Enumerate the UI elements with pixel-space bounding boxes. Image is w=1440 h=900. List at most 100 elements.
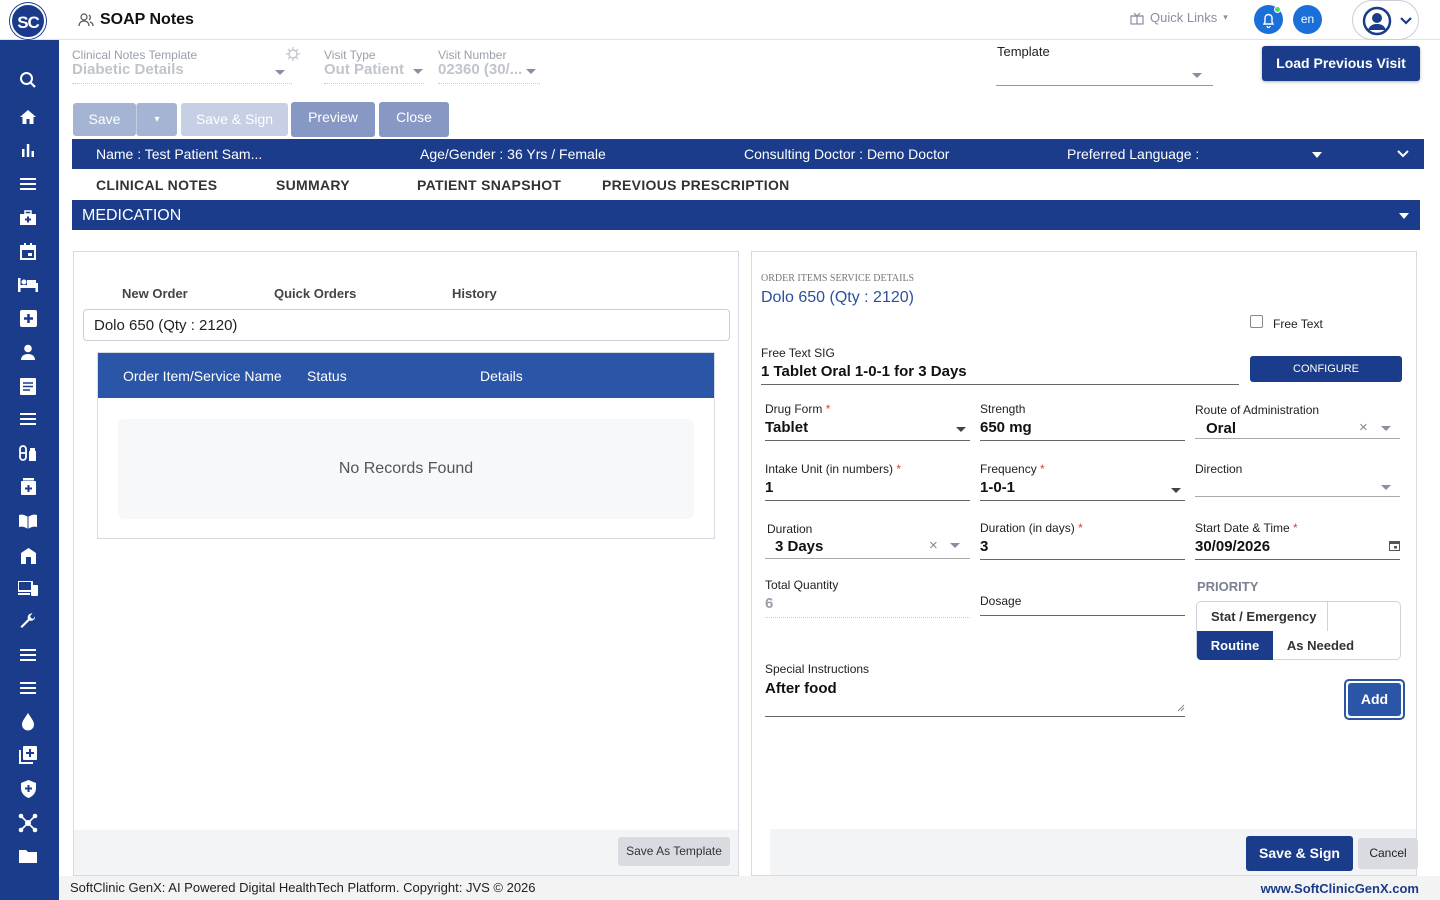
clinic-icon[interactable]: [18, 208, 38, 228]
intake-unit-label: Intake Unit (in numbers) *: [765, 462, 902, 476]
notifications-button[interactable]: [1254, 5, 1283, 34]
patient-age-gender: Age/Gender : 36 Yrs / Female: [420, 146, 606, 162]
close-button[interactable]: Close: [379, 102, 449, 137]
start-date-input[interactable]: 30/09/2026: [1195, 538, 1270, 555]
medicine-icon[interactable]: [18, 476, 38, 496]
search-icon[interactable]: [18, 70, 38, 90]
duration-days-input[interactable]: 3: [980, 538, 988, 555]
person-icon[interactable]: [18, 342, 38, 362]
panel-caption: ORDER ITEMS SERVICE DETAILS: [761, 273, 915, 284]
frequency-select[interactable]: 1-0-1: [980, 479, 1015, 496]
priority-stat-emergency[interactable]: Stat / Emergency: [1197, 602, 1328, 631]
tab-clinical-notes[interactable]: CLINICAL NOTES: [96, 177, 217, 193]
expand-icon[interactable]: [1397, 150, 1409, 158]
save-button[interactable]: Save: [73, 103, 136, 136]
chevron-down-icon: [1381, 426, 1391, 431]
drug-form-select[interactable]: Tablet: [765, 419, 808, 436]
clinical-template-select[interactable]: Diabetic Details: [72, 61, 184, 78]
frequency-label: Frequency *: [980, 462, 1045, 476]
first-aid-icon[interactable]: [18, 308, 38, 328]
medication-section-header[interactable]: MEDICATION: [72, 200, 1420, 230]
tab-patient-snapshot[interactable]: PATIENT SNAPSHOT: [417, 177, 561, 193]
duration-label: Duration: [767, 522, 813, 536]
chevron-down-icon[interactable]: [1312, 152, 1322, 158]
preview-button[interactable]: Preview: [291, 102, 375, 137]
special-instructions-label: Special Instructions: [765, 662, 870, 676]
table-header: Order Item/Service Name Status Details: [98, 353, 714, 398]
list-icon[interactable]: [18, 409, 38, 429]
priority-routine[interactable]: Routine: [1197, 631, 1273, 660]
total-quantity-value: 6: [765, 595, 774, 612]
save-sign-top-button[interactable]: Save & Sign: [181, 103, 288, 136]
duration-select[interactable]: 3 Days: [775, 538, 823, 555]
wrench-icon[interactable]: [18, 611, 38, 631]
cancel-button[interactable]: Cancel: [1358, 838, 1418, 869]
settings-icon[interactable]: [286, 47, 300, 61]
quick-links-menu[interactable]: Quick Links ▾: [1130, 10, 1228, 25]
user-menu[interactable]: [1352, 0, 1419, 40]
route-select[interactable]: Oral: [1206, 420, 1236, 437]
column-header: Order Item/Service Name: [123, 368, 282, 384]
network-icon[interactable]: [18, 813, 38, 833]
bar-chart-icon[interactable]: [18, 140, 38, 160]
strength-label: Strength: [980, 402, 1026, 416]
resize-handle-icon[interactable]: [1177, 704, 1185, 712]
special-instructions-input[interactable]: After food: [765, 680, 837, 697]
website-link[interactable]: www.SoftClinicGenX.com: [1261, 881, 1419, 896]
preferred-language[interactable]: Preferred Language :: [1067, 146, 1199, 162]
tab-history[interactable]: History: [452, 286, 497, 301]
dosage-input[interactable]: [980, 592, 1185, 616]
bed-icon[interactable]: [18, 275, 38, 295]
drop-icon[interactable]: [18, 712, 38, 732]
load-previous-visit-button[interactable]: Load Previous Visit: [1262, 46, 1420, 81]
chevron-down-icon: [1399, 213, 1409, 219]
pharmacy-icon[interactable]: [18, 443, 38, 463]
app-logo[interactable]: SC: [10, 3, 46, 39]
tab-summary[interactable]: SUMMARY: [276, 177, 350, 193]
menu-icon[interactable]: [18, 174, 38, 194]
chevron-down-icon: [1171, 488, 1181, 493]
book-icon[interactable]: [18, 511, 38, 531]
devices-icon[interactable]: [18, 578, 38, 598]
page-footer: SoftClinic GenX: AI Powered Digital Heal…: [59, 876, 1440, 900]
folder-icon[interactable]: [18, 846, 38, 866]
shield-icon[interactable]: [18, 779, 38, 799]
save-dropdown-button[interactable]: ▾: [136, 103, 177, 136]
order-search-input[interactable]: Dolo 650 (Qty : 2120): [83, 309, 730, 341]
strength-input[interactable]: 650 mg: [980, 419, 1032, 436]
add-button[interactable]: Add: [1348, 683, 1401, 716]
sig-input[interactable]: 1 Tablet Oral 1-0-1 for 3 Days: [761, 363, 967, 380]
sig-label: Free Text SIG: [761, 346, 835, 360]
configure-button[interactable]: CONFIGURE: [1250, 356, 1402, 382]
priority-as-needed[interactable]: As Needed: [1273, 631, 1368, 660]
visit-type-select[interactable]: Out Patient: [324, 61, 404, 78]
caret-down-icon: ▾: [154, 114, 160, 125]
order-panel: New Order Quick Orders History Dolo 650 …: [73, 251, 739, 876]
document-icon[interactable]: [18, 376, 38, 396]
building-icon[interactable]: [18, 545, 38, 565]
direction-select[interactable]: [1195, 475, 1400, 497]
save-as-template-button[interactable]: Save As Template: [618, 837, 730, 866]
template-select[interactable]: [996, 66, 1213, 86]
calendar-icon[interactable]: [18, 241, 38, 261]
tab-quick-orders[interactable]: Quick Orders: [274, 286, 356, 301]
tab-previous-prescription[interactable]: PREVIOUS PRESCRIPTION: [602, 177, 790, 193]
users-icon: [78, 13, 94, 27]
save-sign-button[interactable]: Save & Sign: [1246, 836, 1353, 871]
list-icon[interactable]: [18, 678, 38, 698]
free-text-checkbox[interactable]: [1250, 315, 1263, 328]
add-box-icon[interactable]: [18, 745, 38, 765]
avatar-icon: [1362, 6, 1392, 36]
home-icon[interactable]: [18, 107, 38, 127]
clear-icon[interactable]: ×: [929, 537, 938, 554]
notification-dot: [1274, 6, 1281, 13]
list-icon[interactable]: [18, 645, 38, 665]
language-button[interactable]: en: [1293, 5, 1322, 34]
tab-new-order[interactable]: New Order: [122, 286, 188, 301]
clear-icon[interactable]: ×: [1359, 419, 1368, 436]
intake-unit-input[interactable]: 1: [765, 479, 773, 496]
empty-state: No Records Found: [118, 419, 694, 519]
visit-number-select[interactable]: 02360 (30/...: [438, 61, 522, 78]
section-title: MEDICATION: [82, 207, 182, 224]
calendar-icon[interactable]: [1389, 540, 1400, 551]
